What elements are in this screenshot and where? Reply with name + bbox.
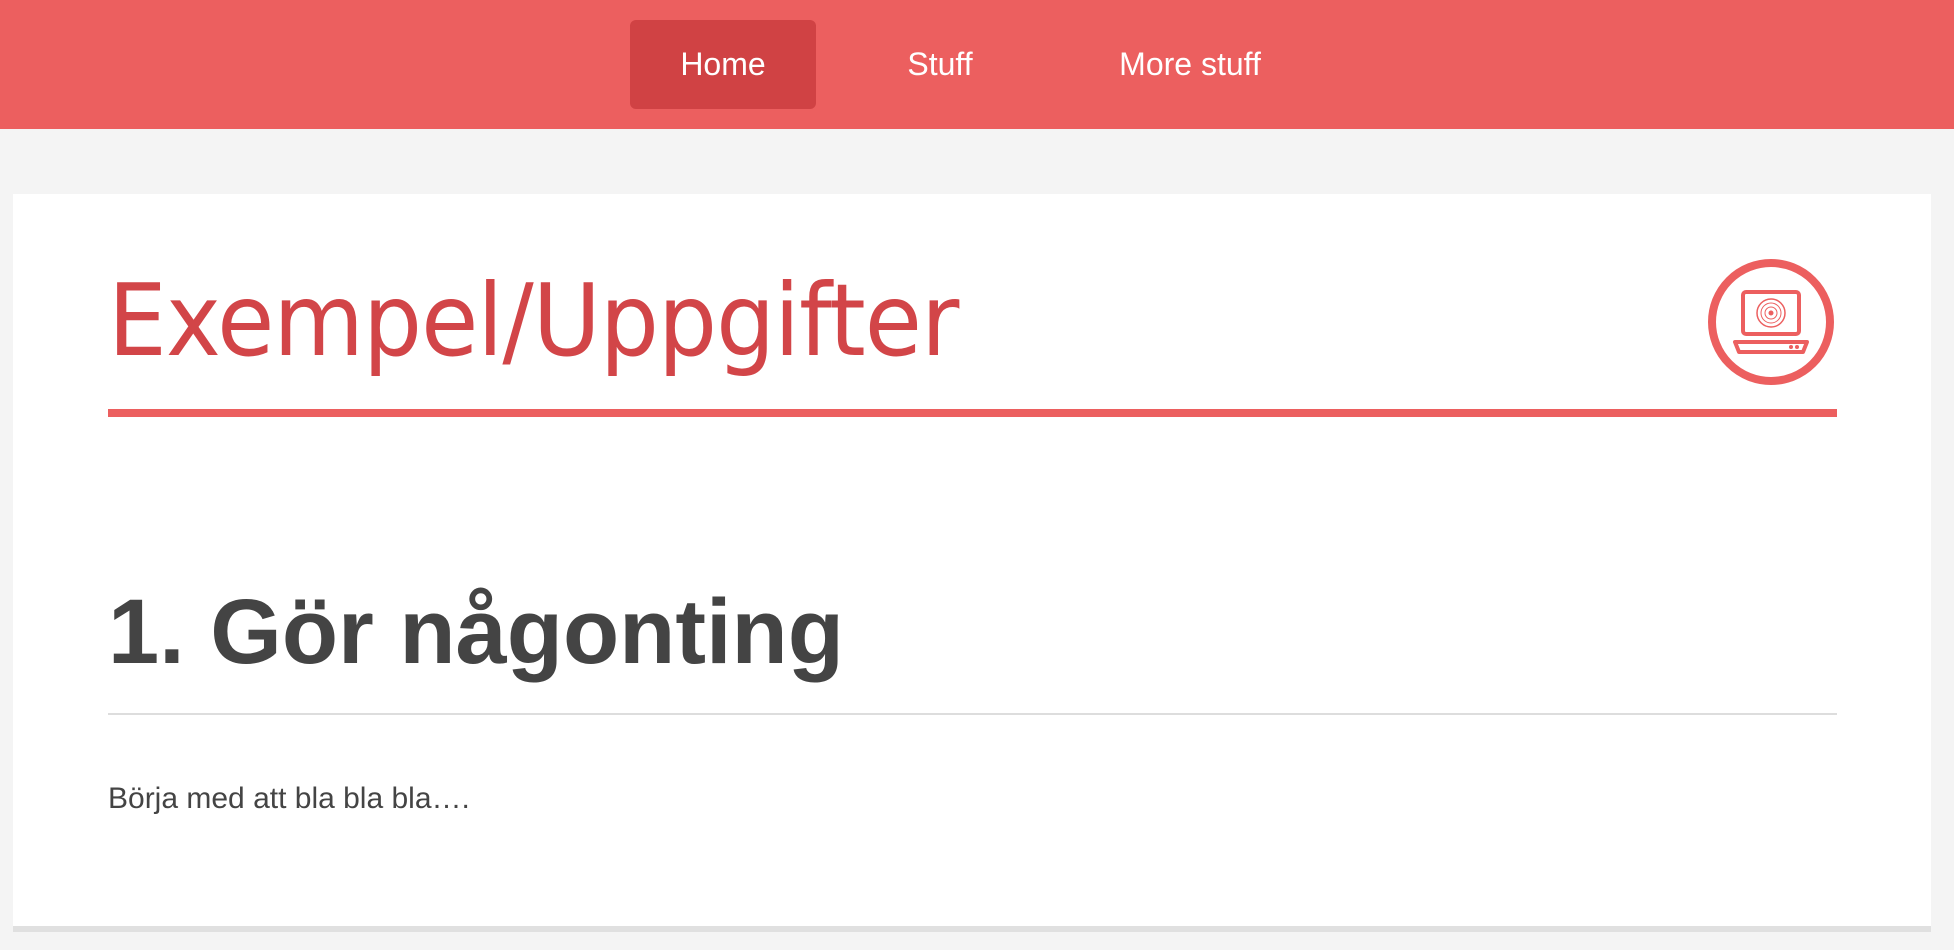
top-navigation-bar: Home Stuff More stuff [0, 0, 1954, 129]
body-text: Börja med att bla bla bla…. [108, 782, 470, 815]
nav-item-more-stuff[interactable]: More stuff [1092, 20, 1288, 109]
section-heading: 1. Gör någonting [108, 581, 844, 683]
nav-item-stuff[interactable]: Stuff [873, 20, 1007, 109]
section-divider [108, 713, 1837, 715]
nav-item-home[interactable]: Home [630, 20, 816, 109]
title-divider [108, 409, 1837, 417]
content-card: Exempel/Uppgifter 1. Gör någonting Börja… [13, 194, 1931, 932]
page-title: Exempel/Uppgifter [108, 262, 959, 379]
laptop-icon [1707, 258, 1835, 386]
